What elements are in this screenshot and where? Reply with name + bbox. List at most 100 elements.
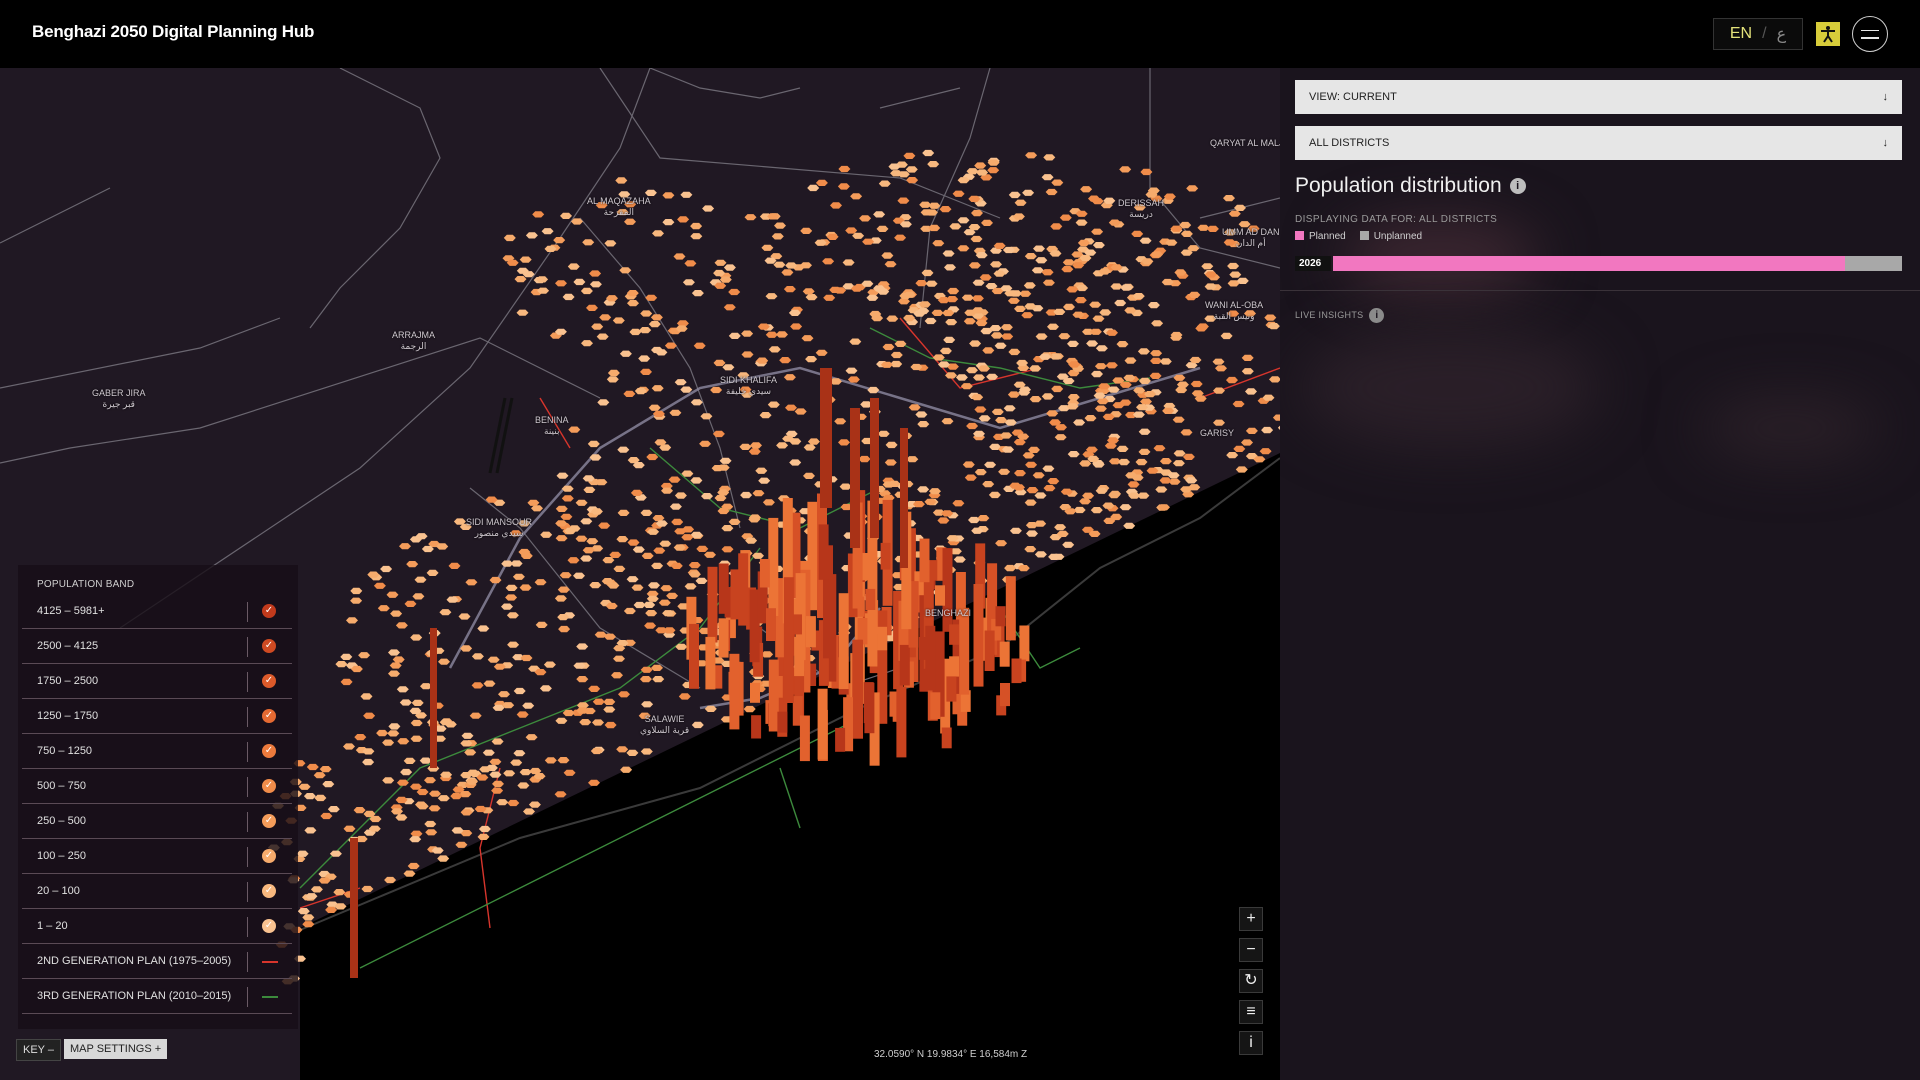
- legend-band-row[interactable]: 2500 – 4125 ✓: [22, 629, 292, 664]
- distribution-bar-row: 2026: [1295, 256, 1902, 271]
- legend-band-row[interactable]: 1250 – 1750 ✓: [22, 699, 292, 734]
- reset-view-button[interactable]: ↻: [1239, 969, 1263, 993]
- population-hex: [761, 244, 774, 251]
- zoom-in-button[interactable]: +: [1239, 907, 1263, 931]
- population-hex: [478, 825, 491, 833]
- population-hex: [303, 793, 316, 800]
- population-hex: [1151, 320, 1164, 327]
- population-hex: [1127, 481, 1140, 488]
- checkmark-icon[interactable]: ✓: [262, 849, 276, 863]
- divider: [247, 672, 248, 692]
- population-hex: [506, 612, 519, 619]
- population-hex: [501, 560, 514, 567]
- population-hex: [669, 409, 682, 416]
- population-hex: [1082, 492, 1095, 499]
- legend-band-row[interactable]: 750 – 1250 ✓: [22, 734, 292, 769]
- population-hex: [721, 546, 734, 553]
- key-toggle-button[interactable]: KEY –: [16, 1039, 61, 1061]
- population-hex: [1079, 498, 1092, 505]
- population-hex: [539, 685, 552, 692]
- population-hex: [568, 426, 581, 433]
- population-hex: [915, 280, 928, 287]
- population-hex: [1206, 225, 1219, 232]
- population-hex: [702, 205, 715, 212]
- population-hex: [1232, 400, 1245, 408]
- population-hex: [1179, 221, 1192, 229]
- population-hex: [1079, 460, 1092, 467]
- population-hex: [1261, 426, 1274, 434]
- legend-band-row[interactable]: 20 – 100 ✓: [22, 874, 292, 909]
- population-hex: [859, 215, 872, 222]
- checkmark-icon[interactable]: ✓: [262, 919, 276, 933]
- distribution-bar[interactable]: [1333, 256, 1902, 271]
- divider: [247, 707, 248, 727]
- info-icon[interactable]: i: [1369, 308, 1385, 323]
- population-hex: [768, 346, 781, 353]
- map-info-button[interactable]: i: [1239, 1031, 1263, 1055]
- checkmark-icon[interactable]: ✓: [262, 744, 276, 758]
- population-hex: [1022, 189, 1035, 196]
- population-hex: [599, 314, 612, 321]
- info-icon[interactable]: i: [1509, 178, 1526, 195]
- population-hex: [410, 735, 423, 742]
- population-hex: [1245, 427, 1258, 434]
- population-hex: [805, 294, 818, 301]
- checkmark-icon[interactable]: ✓: [262, 779, 276, 793]
- checkmark-icon[interactable]: ✓: [262, 639, 276, 653]
- legend-plan-row[interactable]: 3RD GENERATION PLAN (2010–2015): [22, 979, 292, 1014]
- legend-band-row[interactable]: 100 – 250 ✓: [22, 839, 292, 874]
- checkmark-icon[interactable]: ✓: [262, 604, 276, 618]
- population-hex: [573, 278, 586, 286]
- population-hex: [1090, 507, 1103, 514]
- population-hex: [1118, 458, 1130, 466]
- checkmark-icon[interactable]: ✓: [262, 709, 276, 723]
- population-hex: [1075, 219, 1088, 226]
- checkmark-icon[interactable]: ✓: [262, 814, 276, 828]
- accessibility-icon[interactable]: [1816, 22, 1840, 46]
- view-select[interactable]: VIEW: CURRENT ↓: [1295, 80, 1902, 114]
- legend-band-row[interactable]: 1 – 20 ✓: [22, 909, 292, 944]
- population-hex: [554, 595, 567, 602]
- population-hex: [404, 600, 417, 607]
- population-hex: [492, 780, 504, 787]
- language-switch[interactable]: EN / ع: [1713, 18, 1803, 50]
- zoom-out-button[interactable]: −: [1239, 938, 1263, 962]
- population-hex: [744, 214, 757, 221]
- legend-band-row[interactable]: 500 – 750 ✓: [22, 769, 292, 804]
- population-hex: [1001, 333, 1014, 340]
- hamburger-menu-icon[interactable]: [1852, 16, 1888, 52]
- population-hex: [714, 494, 727, 502]
- population-hex: [525, 734, 538, 741]
- place-label-arrajma: ARRAJMA الرجمة: [392, 330, 436, 351]
- layers-button[interactable]: ≡: [1239, 1000, 1263, 1024]
- lang-en-option[interactable]: EN: [1730, 25, 1752, 43]
- population-hex: [588, 685, 601, 692]
- population-bar: [772, 676, 783, 698]
- population-hex: [1245, 388, 1257, 395]
- lang-ar-option[interactable]: ع: [1777, 24, 1787, 44]
- population-hex: [640, 748, 653, 755]
- population-hex: [503, 234, 516, 242]
- section-title-text: Population distribution: [1295, 174, 1502, 197]
- population-hex: [1241, 368, 1254, 375]
- population-hex: [877, 430, 890, 437]
- population-bar: [838, 593, 849, 690]
- population-hex: [774, 222, 786, 229]
- map-settings-button[interactable]: MAP SETTINGS +: [64, 1039, 168, 1059]
- population-hex: [320, 812, 333, 820]
- population-hex: [739, 443, 752, 450]
- legend-plan-row[interactable]: 2ND GENERATION PLAN (1975–2005): [22, 944, 292, 979]
- population-hex: [1009, 527, 1022, 534]
- population-hex: [1035, 257, 1048, 264]
- population-hex: [838, 439, 850, 446]
- checkmark-icon[interactable]: ✓: [262, 674, 276, 688]
- checkmark-icon[interactable]: ✓: [262, 884, 276, 898]
- population-hex: [1028, 446, 1040, 453]
- district-select[interactable]: ALL DISTRICTS ↓: [1295, 126, 1902, 160]
- legend-band-label: 2500 – 4125: [37, 640, 99, 652]
- legend-band-row[interactable]: 250 – 500 ✓: [22, 804, 292, 839]
- legend-band-row[interactable]: 4125 – 5981+ ✓: [22, 594, 292, 629]
- population-hex: [1045, 188, 1058, 196]
- population-hex: [541, 228, 554, 235]
- legend-band-row[interactable]: 1750 – 2500 ✓: [22, 664, 292, 699]
